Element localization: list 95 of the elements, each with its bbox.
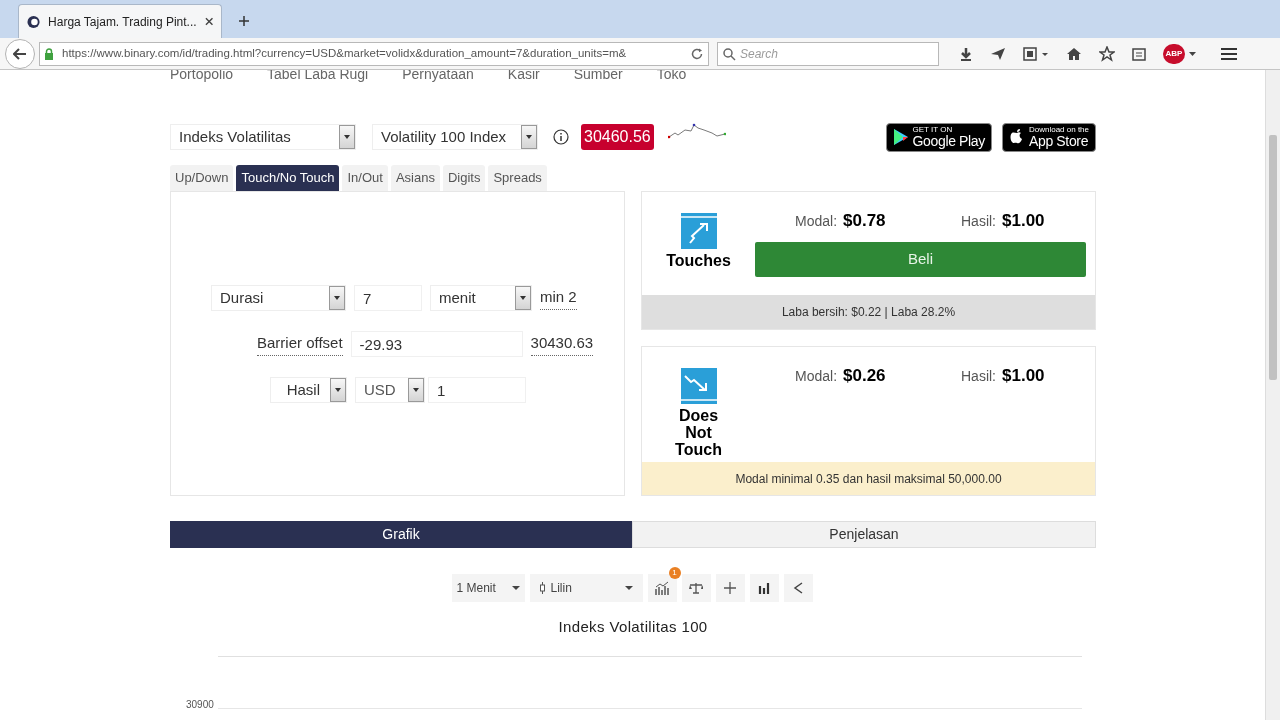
address-bar[interactable]: https://www.binary.com/id/trading.html?currency=USD&market=volidx&duration_amount=7&duration_units=m& xyxy=(39,41,709,66)
dropdown-caret-icon xyxy=(335,388,341,392)
bar-chart-button[interactable] xyxy=(749,574,779,602)
crosshair-icon xyxy=(724,582,736,594)
reading-list-icon xyxy=(1132,46,1146,61)
info-icon xyxy=(553,129,569,145)
play-triangle-icon xyxy=(892,128,909,146)
touch-chart-icon xyxy=(680,213,717,249)
new-tab-icon xyxy=(238,15,250,27)
site-logo-icon xyxy=(27,14,41,29)
reload-icon xyxy=(690,46,704,61)
bar-chart-icon xyxy=(758,582,770,594)
dropdown-caret-icon xyxy=(1189,51,1196,56)
contract-name: Does Not Touch xyxy=(674,407,723,458)
google-play-badge[interactable]: GET IT ON Google Play xyxy=(885,122,992,152)
price-value: $0.78 xyxy=(843,210,886,232)
stake-limit-notice: Modal minimal 0.35 dan hasil maksimal 50,000.00 xyxy=(642,462,1095,495)
dropdown-caret-icon xyxy=(520,296,526,300)
browser-tab[interactable]: Harga Tajam. Trading Pint... xyxy=(18,4,222,38)
minimum-duration: min 2 xyxy=(540,286,577,310)
buy-button[interactable]: Beli xyxy=(755,241,1086,277)
indicators-button[interactable] xyxy=(647,574,677,602)
contract-name: Touches xyxy=(665,252,732,269)
payout-amount-field[interactable]: 1 xyxy=(428,377,526,403)
barrier-absolute-value: 30430.63 xyxy=(530,332,594,356)
tab-title: Harga Tajam. Trading Pint... xyxy=(48,13,197,31)
section-tab[interactable]: Penjelasan xyxy=(632,521,1096,548)
search-field[interactable]: Search xyxy=(717,41,939,66)
barrier-offset-field[interactable]: -29.93 xyxy=(350,331,523,357)
search-input[interactable]: Search xyxy=(740,44,934,63)
badge-caption: Download on the xyxy=(1028,126,1089,134)
contract-type-tab[interactable]: Asians xyxy=(390,165,440,191)
price-label: Modal: xyxy=(795,212,838,231)
home-icon xyxy=(1066,46,1082,61)
contract-type-tab[interactable]: Digits xyxy=(442,165,486,191)
duration-amount-field[interactable]: 7 xyxy=(354,285,422,311)
badge-title: App Store xyxy=(1028,134,1089,148)
screenshot-icon xyxy=(1023,46,1049,61)
currency-dropdown[interactable]: USD xyxy=(355,377,425,403)
menu-icon xyxy=(1221,47,1237,60)
duration-dropdown[interactable]: Durasi xyxy=(211,285,346,311)
price-value: $1.00 xyxy=(1002,210,1045,232)
dropdown-caret-icon xyxy=(526,135,532,139)
back-button[interactable] xyxy=(5,38,35,69)
spot-price: 30460.56 xyxy=(581,124,654,150)
share-icon xyxy=(793,582,803,594)
scrollbar-thumb[interactable] xyxy=(1269,135,1277,380)
candlestick-icon xyxy=(539,582,545,594)
contract-type-tab[interactable]: Up/Down xyxy=(170,165,234,191)
badge-title: Google Play xyxy=(912,134,985,148)
section-tab[interactable]: Grafik xyxy=(170,521,632,548)
dropdown-caret-icon xyxy=(344,135,350,139)
scrollbar[interactable] xyxy=(1265,70,1280,720)
bookmark-star-icon xyxy=(1099,45,1115,62)
app-store-badge[interactable]: Download on the App Store xyxy=(1001,122,1096,152)
contract-type-tab[interactable]: Touch/No Touch xyxy=(236,165,340,191)
indicator-chart-icon xyxy=(655,581,669,595)
contract-type-tab[interactable]: Spreads xyxy=(488,165,547,191)
crosshair-button[interactable] xyxy=(715,574,745,602)
dropdown-caret-icon xyxy=(624,586,633,590)
url-text: https://www.binary.com/id/trading.html?currency=USD&market=volidx&duration_amount=7&duration_units=m& xyxy=(62,45,628,61)
back-arrow-icon xyxy=(13,47,27,60)
lock-icon xyxy=(44,47,54,60)
scale-icon xyxy=(689,582,703,594)
chart-title: Indeks Volatilitas 100 xyxy=(557,617,709,637)
chart-type-dropdown[interactable]: Lilin xyxy=(529,574,643,602)
dropdown-caret-icon xyxy=(413,388,419,392)
underlying-dropdown[interactable]: Volatility 100 Index xyxy=(372,124,538,150)
dropdown-caret-icon xyxy=(511,586,520,590)
profit-summary: Laba bersih: $0.22 | Laba 28.2% xyxy=(642,295,1095,329)
badge-caption: GET IT ON xyxy=(912,126,954,134)
apple-icon xyxy=(1008,128,1025,146)
close-tab-icon xyxy=(204,17,213,26)
price-label: Modal: xyxy=(795,367,838,386)
send-icon xyxy=(990,46,1006,61)
indicator-count-badge: 1 xyxy=(668,567,681,579)
interval-dropdown[interactable]: 1 Menit xyxy=(451,574,525,602)
market-dropdown[interactable]: Indeks Volatilitas xyxy=(170,124,356,150)
dropdown-caret-icon xyxy=(334,296,340,300)
price-label: Hasil: xyxy=(961,212,996,231)
price-label: Hasil: xyxy=(961,367,996,386)
adblock-button[interactable]: ABP xyxy=(1163,43,1185,64)
compare-button[interactable] xyxy=(681,574,711,602)
duration-unit-dropdown[interactable]: menit xyxy=(430,285,532,311)
download-icon xyxy=(959,46,973,61)
share-button[interactable] xyxy=(783,574,813,602)
contract-type-tab[interactable]: In/Out xyxy=(342,165,388,191)
y-axis-label: 30900 xyxy=(186,697,214,712)
price-value: $0.26 xyxy=(843,365,886,387)
payout-basis-dropdown[interactable]: Hasil xyxy=(270,377,347,403)
barrier-label: Barrier offset xyxy=(257,332,343,356)
no-touch-chart-icon xyxy=(680,368,717,404)
nav-menu-item[interactable]: Pernyataan xyxy=(402,70,474,82)
price-value: $1.00 xyxy=(1002,365,1045,387)
search-icon xyxy=(722,46,736,61)
